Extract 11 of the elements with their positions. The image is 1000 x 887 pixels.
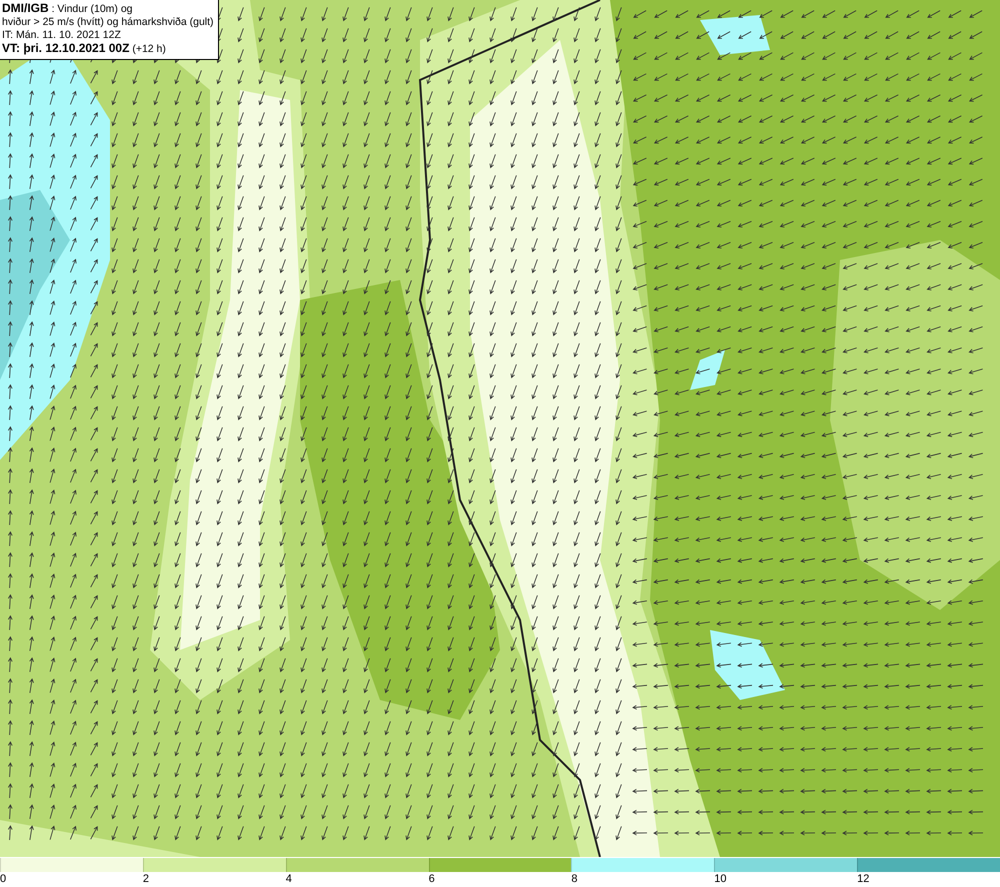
title-text: DMI/IGB : Vindur (10m) og (2, 2, 134, 16)
title-text: VT: þri. 12.10.2021 00Z (+12 h) (2, 42, 167, 56)
title-text: IT: Mán. 11. 10. 2021 12Z (2, 29, 122, 42)
legend-tick-label: 12 (857, 872, 870, 886)
legend-tick-label: 2 (142, 872, 149, 886)
legend-tick-label: 6 (428, 872, 435, 886)
legend-tick-label: 10 (714, 872, 727, 886)
title-text: hviður > 25 m/s (hvítt) og hámarkshviða (gult) (2, 16, 214, 29)
legend-tick-label: 8 (571, 872, 578, 886)
legend-tick-label: 0 (0, 872, 6, 886)
legend-tick-label: 4 (286, 872, 292, 886)
